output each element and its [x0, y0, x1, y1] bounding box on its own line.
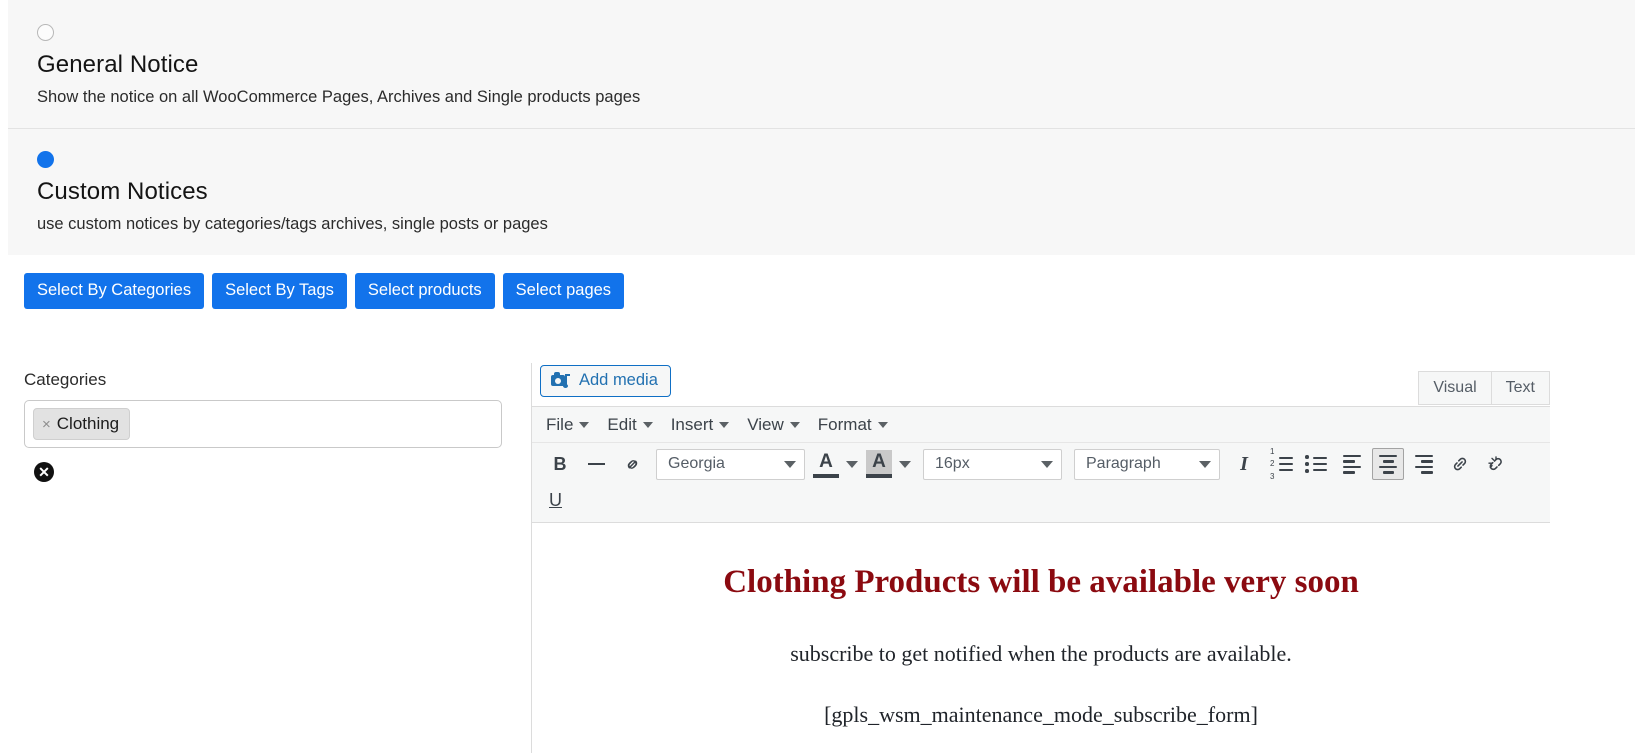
chevron-down-icon: [579, 421, 590, 428]
editor-menubar: File Edit Insert View Format: [532, 406, 1550, 443]
menu-view-label: View: [747, 414, 784, 434]
italic-button[interactable]: I: [1228, 448, 1260, 480]
chevron-down-icon: [789, 421, 800, 428]
editor-content-area[interactable]: Clothing Products will be available very…: [532, 523, 1550, 753]
chevron-down-icon: [1041, 460, 1053, 468]
option-general-notice[interactable]: General Notice Show the notice on all Wo…: [8, 0, 1635, 129]
chevron-down-icon: [877, 421, 888, 428]
add-media-label: Add media: [579, 371, 658, 390]
align-left-icon: [1343, 454, 1361, 474]
insert-link-button[interactable]: [1444, 448, 1476, 480]
chevron-down-icon: [719, 421, 730, 428]
option-title: Custom Notices: [37, 178, 208, 206]
text-color-icon: A: [813, 450, 839, 478]
insert-link-icon: [1453, 457, 1467, 471]
category-chip-clothing[interactable]: × Clothing: [33, 408, 131, 440]
align-right-button[interactable]: [1408, 448, 1440, 480]
menu-file[interactable]: File: [546, 414, 590, 435]
numbered-list-button[interactable]: 123: [1264, 446, 1296, 483]
font-size-value: 16px: [935, 455, 970, 472]
bold-button[interactable]: B: [544, 448, 576, 480]
categories-section: Categories × Clothing ✕: [24, 370, 502, 482]
font-size-select[interactable]: 16px: [923, 448, 1062, 480]
editor-toolbar: B Georgia A A 16px Paragraph I 1 2 3 U: [532, 443, 1550, 523]
paragraph-style-value: Paragraph: [1086, 455, 1161, 472]
content-editor: Add media Visual Text File Edit Insert V…: [531, 363, 1550, 753]
bullet-list-icon: [1305, 455, 1327, 473]
option-description: use custom notices by categories/tags ar…: [37, 215, 548, 234]
content-shortcode: [gpls_wsm_maintenance_mode_subscribe_for…: [824, 701, 1258, 727]
numbered-list-icon: 123: [1268, 446, 1293, 483]
menu-file-label: File: [546, 414, 574, 434]
select-products-button[interactable]: Select products: [354, 273, 495, 309]
chevron-down-icon[interactable]: [899, 460, 911, 468]
select-by-tags-button[interactable]: Select By Tags: [212, 273, 347, 309]
notice-type-options: General Notice Show the notice on all Wo…: [8, 0, 1635, 256]
editor-top-bar: Add media Visual Text: [532, 363, 1550, 406]
align-left-button[interactable]: [1336, 448, 1368, 480]
chevron-down-icon: [642, 421, 653, 428]
page-root: General Notice Show the notice on all Wo…: [0, 0, 1643, 753]
menu-edit[interactable]: Edit: [607, 414, 653, 435]
chevron-down-icon: [784, 460, 796, 468]
categories-label: Categories: [24, 370, 107, 389]
link-button[interactable]: [616, 448, 648, 480]
camera-music-icon: [551, 372, 570, 389]
menu-insert[interactable]: Insert: [671, 415, 730, 435]
chevron-down-icon: [1199, 460, 1211, 468]
unlink-button[interactable]: [1480, 448, 1512, 480]
remove-row-button[interactable]: ✕: [34, 462, 54, 482]
font-family-value: Georgia: [668, 455, 725, 472]
chip-remove-icon[interactable]: ×: [42, 417, 51, 432]
selector-button-row: Select By Categories Select By Tags Sele…: [24, 273, 625, 309]
link-icon: [627, 459, 637, 469]
text-color-button[interactable]: A: [813, 450, 862, 478]
background-color-button[interactable]: A: [866, 450, 915, 478]
radio-general-notice[interactable]: [37, 24, 54, 41]
align-right-icon: [1415, 454, 1433, 474]
horizontal-rule-button[interactable]: [580, 448, 612, 480]
add-media-button[interactable]: Add media: [540, 365, 671, 397]
underline-button[interactable]: U: [544, 484, 1544, 516]
editor-mode-tabs: Visual Text: [1418, 371, 1550, 406]
content-paragraph: subscribe to get notified when the produ…: [790, 640, 1292, 666]
menu-view[interactable]: View: [747, 415, 800, 435]
select-pages-button[interactable]: Select pages: [502, 273, 625, 309]
unlink-icon: [1488, 456, 1502, 471]
categories-input[interactable]: × Clothing: [24, 400, 502, 448]
chip-label: Clothing: [56, 414, 120, 433]
option-title: General Notice: [37, 51, 199, 78]
chevron-down-icon[interactable]: [846, 460, 858, 468]
tab-visual[interactable]: Visual: [1418, 371, 1492, 406]
menu-format[interactable]: Format: [818, 415, 888, 435]
bullet-list-button[interactable]: [1300, 448, 1332, 480]
menu-edit-label: Edit: [607, 414, 637, 434]
font-family-select[interactable]: Georgia: [656, 448, 805, 480]
background-color-icon: A: [866, 450, 892, 478]
align-center-icon: [1379, 454, 1397, 474]
menu-format-label: Format: [817, 414, 872, 434]
radio-custom-notices[interactable]: [37, 151, 54, 169]
tab-text[interactable]: Text: [1491, 371, 1550, 406]
menu-insert-label: Insert: [670, 414, 714, 434]
select-by-categories-button[interactable]: Select By Categories: [24, 273, 205, 309]
paragraph-style-select[interactable]: Paragraph: [1074, 448, 1220, 480]
option-custom-notices[interactable]: Custom Notices use custom notices by cat…: [8, 128, 1635, 256]
option-description: Show the notice on all WooCommerce Pages…: [37, 88, 641, 107]
content-heading: Clothing Products will be available very…: [723, 564, 1359, 600]
align-center-button[interactable]: [1372, 448, 1404, 480]
horizontal-rule-icon: [587, 463, 605, 465]
